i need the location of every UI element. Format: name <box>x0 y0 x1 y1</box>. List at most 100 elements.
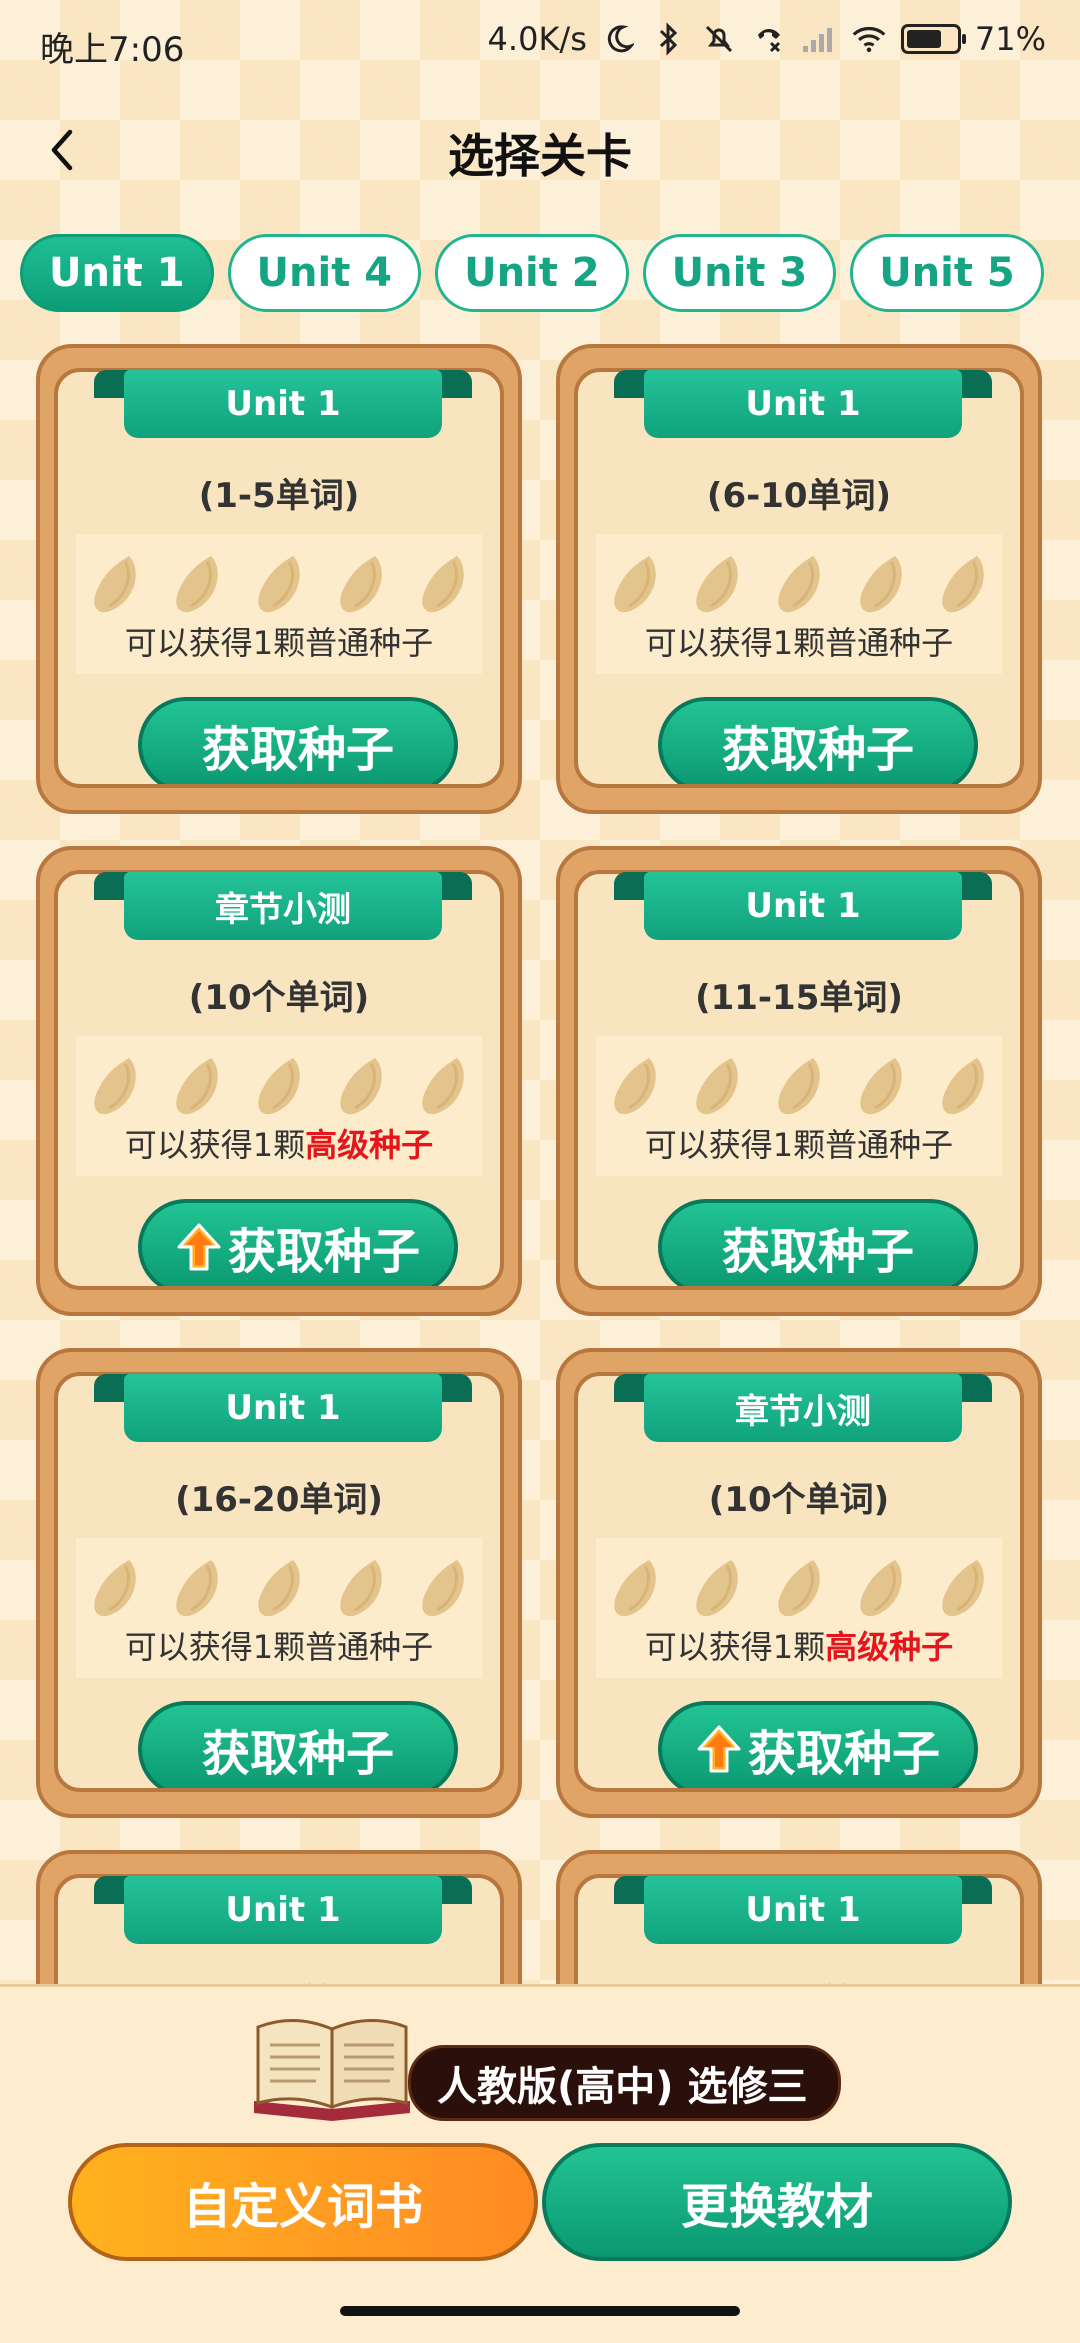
tab-unit[interactable]: Unit 1 <box>20 234 214 312</box>
get-seed-label: 获取种子 <box>747 1726 940 1782</box>
level-grid[interactable]: (1-5单词) 可以获得1颗普通种子 获取种子 Unit 1 (6-10单词) 可以获得1… <box>0 344 1080 1984</box>
reward-text: 可以获得1颗高级种子 <box>76 1120 482 1166</box>
level-title: Unit 1 <box>644 370 962 438</box>
normal-seed-label: 普通种子 <box>825 624 954 662</box>
reward-prefix: 可以获得1颗 <box>124 1126 306 1164</box>
signal-icon <box>801 21 837 57</box>
seed-icon <box>422 1058 464 1115</box>
normal-seed-label: 普通种子 <box>305 1628 434 1666</box>
seed-icon <box>258 556 300 613</box>
reward-prefix: 可以获得1颗 <box>644 624 826 662</box>
header: 选择关卡 <box>0 100 1080 200</box>
page-title: 选择关卡 <box>448 129 632 183</box>
word-range: (11-15单词) <box>695 978 903 1018</box>
seed-icon <box>422 556 464 613</box>
get-seed-label: 获取种子 <box>201 1726 394 1782</box>
home-indicator[interactable] <box>340 2306 740 2316</box>
status-time: 晚上7:06 <box>40 30 185 70</box>
seed-icon <box>614 556 656 613</box>
level-card[interactable]: (21-25单词) Unit 1 <box>36 1850 522 1984</box>
normal-seed-label: 普通种子 <box>305 624 434 662</box>
tab-unit[interactable]: Unit 5 <box>850 234 1044 312</box>
get-seed-button[interactable]: 获取种子 <box>658 697 978 784</box>
tab-unit[interactable]: Unit 4 <box>227 234 422 312</box>
custom-wordbook-button[interactable]: 自定义词书 <box>68 2143 538 2261</box>
tab-unit[interactable]: Unit 2 <box>435 234 629 312</box>
word-range: (10个单词) <box>188 978 370 1018</box>
seed-icon <box>176 1058 218 1115</box>
get-seed-label: 获取种子 <box>721 1224 914 1280</box>
reward-prefix: 可以获得1颗 <box>644 1126 826 1164</box>
seed-icon <box>94 1560 136 1617</box>
level-card[interactable]: (16-20单词) 可以获得1颗普通种子获取种子 Unit 1 <box>36 1348 522 1818</box>
tab-unit[interactable]: Unit 3 <box>642 234 837 312</box>
word-range: (16-20单词) <box>175 1480 383 1520</box>
textbook-name: 人教版(高中) 选修三 <box>408 2045 841 2121</box>
word-range: (21-25单词) <box>58 1974 500 1984</box>
level-card[interactable]: (10个单词) 可以获得1颗高级种子获取种子 章节小测 <box>556 1348 1042 1818</box>
seed-icon <box>942 1560 984 1617</box>
seed-row <box>596 552 1002 616</box>
wifi-icon <box>851 21 887 57</box>
seed-icon <box>696 1058 738 1115</box>
advanced-seed-label: 高级种子 <box>305 1126 434 1164</box>
get-seed-button[interactable]: 获取种子 <box>138 1701 458 1788</box>
get-seed-label: 获取种子 <box>227 1224 420 1280</box>
seed-icon <box>340 1560 382 1617</box>
get-seed-button[interactable]: 获取种子 <box>138 1199 458 1286</box>
battery-percent: 71% <box>974 20 1046 58</box>
up-arrow-icon <box>697 1725 741 1773</box>
bluetooth-icon <box>651 21 687 57</box>
seed-band: 可以获得1颗普通种子 <box>76 1538 482 1678</box>
reward-text: 可以获得1颗高级种子 <box>596 1622 1002 1668</box>
seed-icon <box>258 1560 300 1617</box>
get-seed-button[interactable]: 获取种子 <box>658 1199 978 1286</box>
level-card[interactable]: (26-30单词) Unit 1 <box>556 1850 1042 1984</box>
seed-icon <box>860 1058 902 1115</box>
level-card[interactable]: (6-10单词) 可以获得1颗普通种子 获取种子 Unit 1 <box>556 344 1042 814</box>
seed-icon <box>614 1058 656 1115</box>
reward-text: 可以获得1颗普通种子 <box>76 1622 482 1668</box>
level-title: 章节小测 <box>644 1374 962 1442</box>
reward-prefix: 可以获得1颗 <box>644 1628 826 1666</box>
mute-icon <box>701 21 737 57</box>
battery-icon <box>900 24 966 54</box>
seed-icon <box>94 556 136 613</box>
word-range: (26-30单词) <box>578 1974 1020 1984</box>
get-seed-label: 获取种子 <box>721 722 914 778</box>
network-speed: 4.0K/s <box>487 20 587 58</box>
battery-level <box>906 30 941 48</box>
get-seed-button[interactable]: 获取种子 <box>138 697 458 784</box>
seed-icon <box>942 556 984 613</box>
up-arrow-icon <box>177 1223 221 1271</box>
seed-icon <box>422 1560 464 1617</box>
word-range: (10个单词) <box>708 1480 890 1520</box>
level-title: Unit 1 <box>124 370 442 438</box>
get-seed-label: 获取种子 <box>201 722 394 778</box>
seed-icon <box>340 1058 382 1115</box>
level-title: Unit 1 <box>644 1876 962 1944</box>
normal-seed-label: 普通种子 <box>825 1126 954 1164</box>
level-card[interactable]: (1-5单词) 可以获得1颗普通种子 获取种子 Unit 1 <box>36 344 522 814</box>
change-textbook-button[interactable]: 更换教材 <box>542 2143 1012 2261</box>
seed-row <box>596 1054 1002 1118</box>
reward-text: 可以获得1颗普通种子 <box>596 618 1002 664</box>
get-seed-button[interactable]: 获取种子 <box>658 1701 978 1788</box>
seed-row <box>596 1556 1002 1620</box>
level-title: Unit 1 <box>124 1374 442 1442</box>
level-card[interactable]: (10个单词) 可以获得1颗高级种子 获取种子 章节小测 <box>36 846 522 1316</box>
seed-icon <box>860 556 902 613</box>
seed-icon <box>778 1058 820 1115</box>
seed-band: 可以获得1颗普通种子 <box>76 534 482 674</box>
level-card[interactable]: (11-15单词) 可以获得1颗普通种子 获取种子 Unit 1 <box>556 846 1042 1316</box>
status-icons: 4.0K/s 71% <box>488 20 1046 58</box>
seed-icon <box>860 1560 902 1617</box>
seed-icon <box>258 1058 300 1115</box>
status-bar: 晚上7:06 4.0K/s 71% <box>0 0 1080 90</box>
seed-band: 可以获得1颗高级种子 <box>596 1538 1002 1678</box>
seed-band: 可以获得1颗普通种子 <box>596 534 1002 674</box>
seed-icon <box>176 556 218 613</box>
seed-icon <box>340 556 382 613</box>
seed-band: 可以获得1颗高级种子 <box>76 1036 482 1176</box>
seed-icon <box>696 1560 738 1617</box>
